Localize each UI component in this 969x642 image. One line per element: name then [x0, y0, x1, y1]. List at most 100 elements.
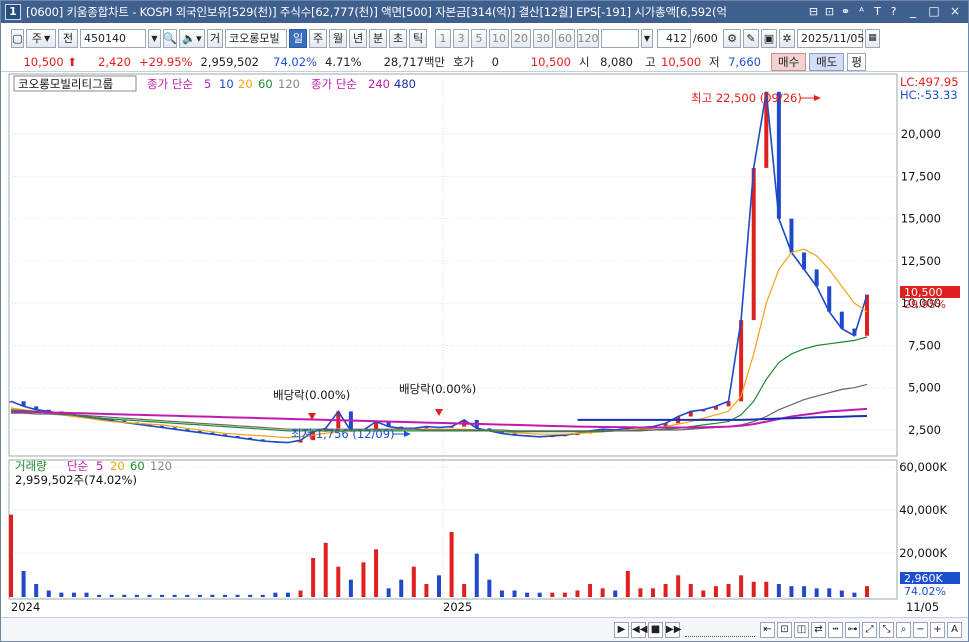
layout-toggle-icon[interactable]: ▢	[11, 28, 24, 48]
volume-ma-20: 20	[110, 459, 125, 473]
view-icon[interactable]: ◫	[794, 621, 809, 638]
font-icon[interactable]: A	[947, 621, 962, 638]
volume-bar	[248, 594, 253, 597]
measure-icon[interactable]: ⊶	[845, 621, 860, 638]
period-second[interactable]: 초	[389, 28, 407, 48]
layout-icon[interactable]: ⊟	[806, 4, 821, 20]
window-number-badge[interactable]: 1	[5, 4, 21, 20]
volume-bar	[311, 558, 316, 597]
interval-custom-input[interactable]	[601, 28, 639, 48]
interval-3[interactable]: 3	[453, 28, 469, 48]
ma2-legend-240: 240	[368, 77, 390, 91]
fast-forward-icon[interactable]: ▶▶	[665, 621, 681, 638]
close-button[interactable]: ×	[946, 4, 964, 20]
speaker-icon[interactable]: 🔈▾	[179, 28, 205, 48]
collapse-icon[interactable]: ⤡	[879, 621, 894, 638]
stock-code-input[interactable]: 450140	[80, 28, 146, 48]
volume-bar	[424, 584, 429, 597]
hoga-price: 10,500	[530, 54, 571, 69]
volume-bar	[726, 584, 731, 597]
period-minute[interactable]: 분	[369, 28, 387, 48]
open-label: 시	[579, 54, 590, 69]
volume-bar	[348, 579, 353, 597]
minimize-button[interactable]: _	[904, 4, 922, 20]
interval-120[interactable]: 120	[577, 28, 599, 48]
title-icons: ⊟ ⊡ ⚭ ᴬ T ? _ □ ×	[806, 4, 968, 20]
volume-bar	[122, 594, 127, 597]
period-week[interactable]: 주	[309, 28, 327, 48]
help-icon[interactable]: ?	[886, 4, 901, 20]
price-chart[interactable]: 20,00017,50015,00012,50010,0007,5005,000…	[1, 72, 968, 617]
volume-bar	[361, 562, 366, 597]
link-icon[interactable]: ⚭	[838, 4, 853, 20]
title-bar: 1 [0600] 키움종합차트 - KOSPI 외국인보유[529(천)] 주식…	[1, 1, 968, 23]
settings-gear-icon[interactable]: ✲	[779, 28, 795, 48]
interval-20[interactable]: 20	[511, 28, 531, 48]
current-price-value: 10,500	[23, 54, 64, 69]
open-value: 8,080	[600, 54, 633, 69]
price-legend-name: 코오롱모빌리티그룹	[18, 77, 113, 91]
volume-bar	[9, 514, 13, 597]
volume-bar	[386, 588, 391, 597]
volume-bar	[613, 590, 618, 597]
code-dropdown-icon[interactable]: ▼	[148, 28, 161, 48]
period-year[interactable]: 년	[349, 28, 367, 48]
stop-icon[interactable]: ■	[648, 621, 663, 638]
average-button[interactable]: 평	[847, 52, 866, 71]
interval-1[interactable]: 1	[435, 28, 451, 48]
zoom-out-icon[interactable]: −	[913, 621, 928, 638]
ma-legend-10: 10	[219, 77, 234, 91]
interval-dropdown-icon[interactable]: ▼	[641, 28, 653, 48]
window-icon[interactable]: ⊡	[822, 4, 837, 20]
volume-bar	[399, 579, 404, 597]
volume-bar	[663, 584, 668, 597]
interval-10[interactable]: 10	[489, 28, 509, 48]
volume-bar	[134, 594, 139, 597]
interval-60[interactable]: 60	[555, 28, 575, 48]
interval-30[interactable]: 30	[533, 28, 553, 48]
interval-5[interactable]: 5	[471, 28, 487, 48]
zoom-in-icon[interactable]: +	[930, 621, 945, 638]
pct-tag-text: 29.95%	[904, 298, 946, 311]
calendar-icon[interactable]: ▦	[865, 28, 880, 48]
count-input[interactable]: 412	[657, 28, 691, 48]
volume-bar	[223, 594, 227, 597]
ruler-icon[interactable]: ┅	[828, 621, 843, 638]
volume-bar	[827, 588, 832, 597]
font-size-icon[interactable]: ᴬ	[854, 4, 869, 20]
zoom-search-icon[interactable]: ⌕	[896, 621, 911, 638]
name-prefix[interactable]: 거	[207, 28, 223, 48]
period-day[interactable]: 일	[289, 28, 307, 48]
prev-button[interactable]: 전	[58, 28, 78, 48]
stock-name-field[interactable]: 코오롱모빌	[225, 28, 287, 48]
date-input[interactable]: 2025/11/05	[797, 28, 864, 48]
volume-bar	[84, 592, 89, 597]
scroll-right-icon[interactable]: ▶	[614, 621, 629, 638]
sell-button[interactable]: 매도	[809, 52, 845, 71]
maximize-button[interactable]: □	[925, 4, 943, 20]
indicator-icon[interactable]: ⚙	[723, 28, 741, 48]
drawing-icon[interactable]: ✎	[743, 28, 759, 48]
search-icon[interactable]: 🔍	[163, 28, 177, 48]
save-icon[interactable]: ▣	[761, 28, 777, 48]
pan-left-icon[interactable]: ⇤	[760, 621, 775, 638]
type-select[interactable]: 주 ▼	[26, 28, 56, 48]
hc-label: HC:-53.33	[900, 88, 958, 102]
buy-button[interactable]: 매수	[771, 52, 807, 71]
vol-tag-text: 2,960K	[904, 572, 943, 585]
period-tick[interactable]: 틱	[409, 28, 427, 48]
compare-icon[interactable]: ⇄	[811, 621, 826, 638]
zoom-fit-icon[interactable]: ⊡	[777, 621, 792, 638]
expand-icon[interactable]: ⤢	[862, 621, 877, 638]
volume-bar	[323, 542, 328, 597]
volume-bar	[562, 592, 567, 597]
text-icon[interactable]: T	[870, 4, 885, 20]
price-tick-label: 20,000	[901, 127, 941, 141]
period-month[interactable]: 월	[329, 28, 347, 48]
volume-bar	[97, 594, 102, 597]
rewind-icon[interactable]: ◀◀	[631, 621, 647, 638]
volume-bar	[852, 592, 857, 597]
speed-slider[interactable]	[685, 623, 755, 637]
vol-pct-tag-text: 74.02%	[904, 585, 946, 598]
dividend-annotation-2: 배당락(0.00%)	[399, 382, 476, 396]
